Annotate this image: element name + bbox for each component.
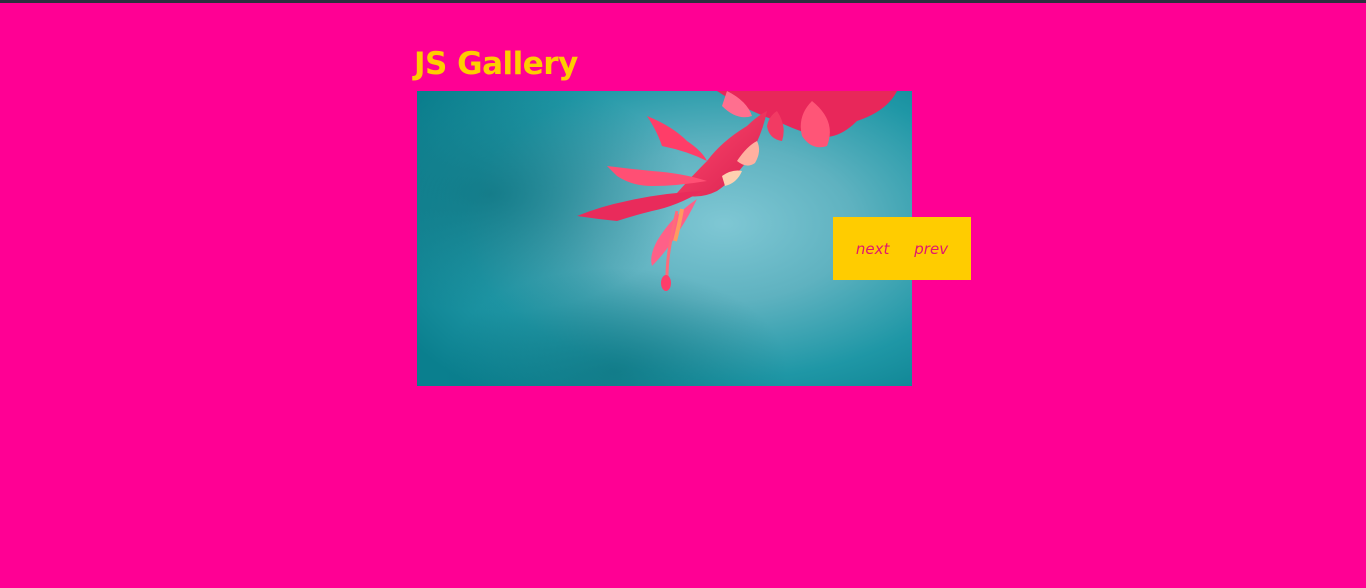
page-title: JS Gallery [414, 46, 578, 82]
prev-button[interactable]: prev [912, 236, 950, 262]
browser-top-edge [0, 0, 1366, 3]
gallery-controls: next prev [833, 217, 971, 280]
next-button[interactable]: next [854, 236, 892, 262]
